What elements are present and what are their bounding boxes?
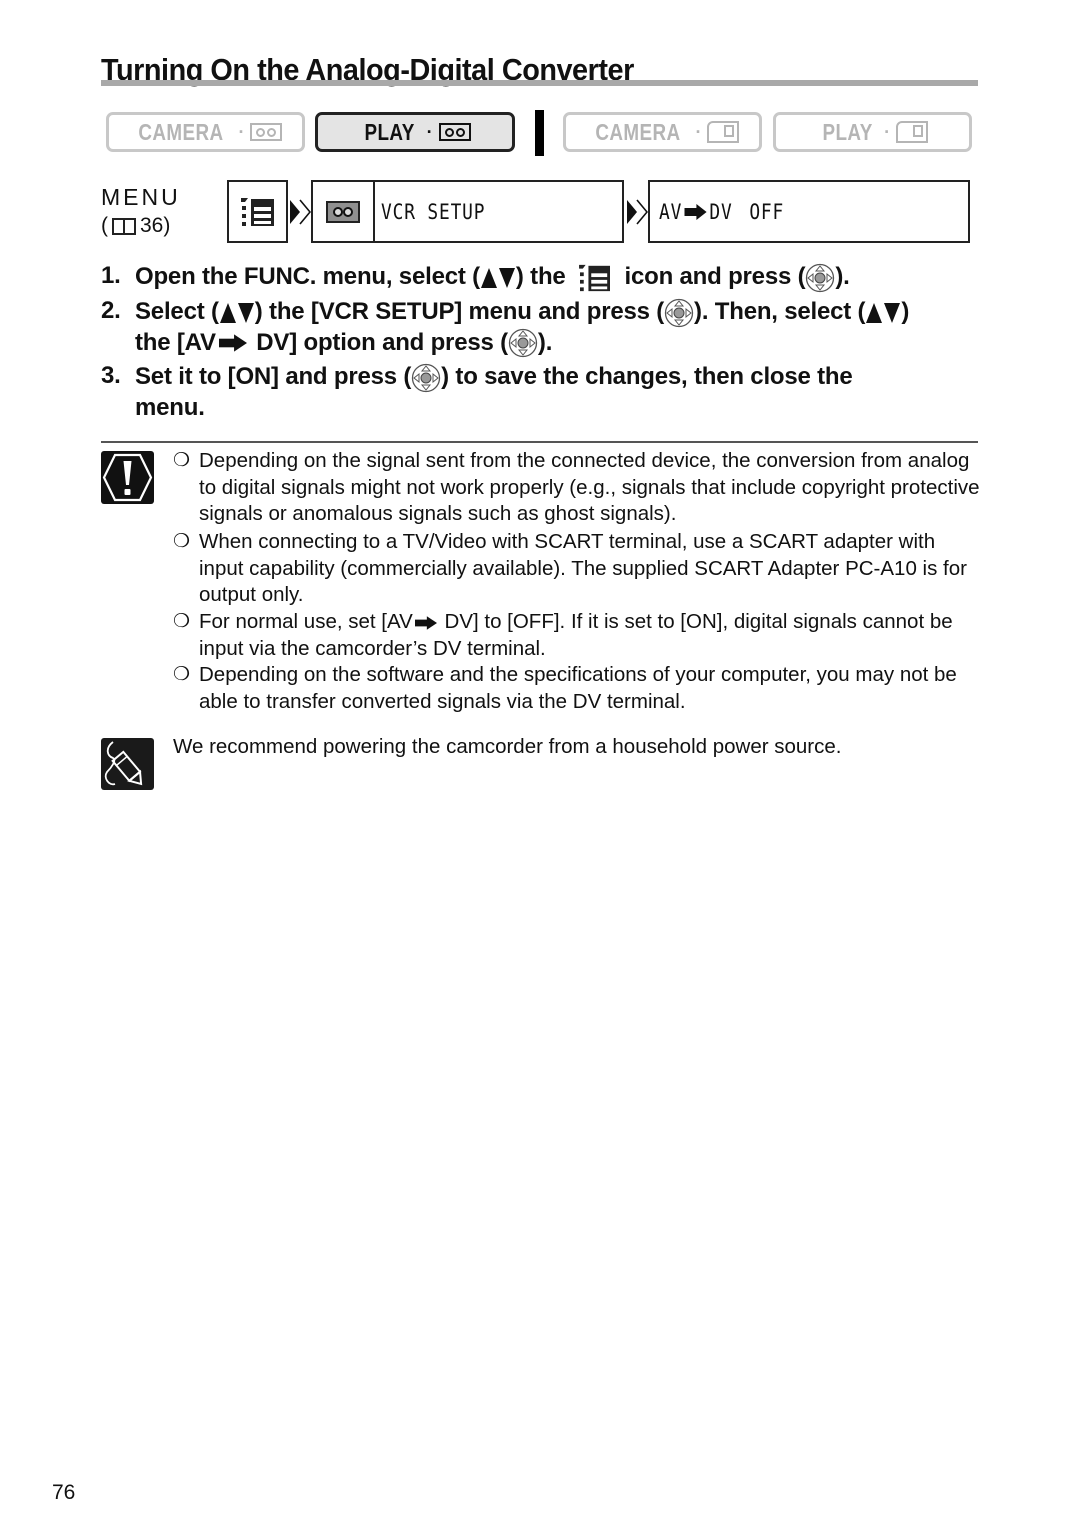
step-text-part: ). [537,328,553,356]
bullet-mark: ❍ [173,531,191,552]
step-text-part: ) [901,298,910,325]
step-number: 1. [101,262,121,289]
step-text-part: Select ( [135,298,219,325]
ref-page-number: 36) [140,214,171,237]
setting-dv: DV [709,200,733,224]
step-text-part: menu. [135,393,205,421]
menu-list-icon [240,197,274,226]
note-pencil-icon [101,738,154,790]
chevron-right-icon [627,199,648,225]
joystick-press-icon [664,298,694,327]
memory-card-icon [896,121,929,143]
submenu-vcr-setup: VCR SETUP [311,180,624,243]
menu-list-icon [579,264,611,291]
step-text-part: ) the [VCR SETUP] menu and press ( [254,298,665,325]
ref-paren: ( [101,214,108,237]
bullet-text: When connecting to a TV/Video with SCART… [199,530,967,607]
submenu-icon-cell [313,182,375,241]
step-text-part: Open the FUNC. menu, select ( [135,263,480,290]
tape-icon [250,123,283,141]
bullet-text: Depending on the signal sent from the co… [199,449,980,526]
step-text-part: the [AV [135,328,216,356]
step-text-part: ). [835,263,850,290]
memory-card-icon [707,121,740,143]
arrow-right-icon [218,334,247,352]
section-divider [101,441,978,443]
arrow-right-icon [414,615,437,630]
bullet-mark: ❍ [173,611,191,632]
step-text-part: ) to save the changes, then close the [441,363,853,390]
mode-play-card: PLAY · [773,112,972,152]
mode-separator: · [884,121,891,142]
mode-separator: · [695,121,702,142]
menu-page-reference: ( 36) [101,214,170,238]
up-down-arrows-icon [480,267,515,288]
setting-av-dv: AV DV OFF [648,180,970,243]
menu-label: MENU [101,184,181,210]
bullet-text-part: For normal use, set [AV [199,610,413,633]
step-text: Open the FUNC. menu, select ( ) the icon … [135,262,850,293]
book-icon [112,217,136,235]
step-text-part: ). Then, select ( [694,298,866,325]
step-text: Select ( ) the [VCR SETUP] menu and press… [135,297,909,358]
mode-divider [535,110,544,156]
step-number: 3. [101,362,121,389]
step-1: 1. Open the FUNC. menu, select ( ) the ic… [101,262,850,293]
step-text-part: icon and press ( [618,263,806,290]
joystick-press-icon [412,363,441,392]
caution-bullet: ❍ Depending on the software and the spec… [173,662,983,715]
joystick-press-icon [508,329,538,358]
mode-separator: · [238,121,245,142]
up-down-arrows-icon [866,302,901,323]
tape-icon [438,123,471,141]
step-text-part: DV] option and press ( [249,328,508,356]
arrow-right-icon [684,204,707,220]
mode-separator: · [426,121,433,142]
page-number: 76 [52,1481,76,1504]
step-2: 2. Select ( ) the [VCR SETUP] menu and pr… [101,297,909,358]
mode-play-tape: PLAY · [315,112,515,152]
mode-label: PLAY [822,118,873,145]
note-text: We recommend powering the camcorder from… [173,735,842,758]
step-number: 2. [101,297,121,324]
step-text-part: ) the [515,263,573,290]
func-menu-icon-box [227,180,288,243]
mode-label: CAMERA [137,118,224,145]
bullet-mark: ❍ [173,664,191,685]
joystick-press-icon [806,263,835,292]
title-underline [101,80,978,86]
caution-bullet: ❍ For normal use, set [AV DV] to [OFF]. … [173,609,983,662]
mode-label: CAMERA [594,118,681,145]
submenu-label: VCR SETUP [381,200,486,224]
bullet-mark: ❍ [173,450,191,471]
setting-av: AV [659,200,683,224]
chevron-right-icon [290,199,311,225]
step-text-part: Set it to [ON] and press ( [135,363,412,390]
mode-camera-card: CAMERA · [563,112,762,152]
caution-icon [101,451,154,504]
setting-value: OFF [749,200,785,224]
setting-label: AV DV OFF [659,200,784,224]
caution-bullet: ❍ Depending on the signal sent from the … [173,448,983,528]
mode-camera-tape: CAMERA · [106,112,305,152]
bullet-text: Depending on the software and the specif… [199,663,957,713]
mode-label: PLAY [364,118,416,145]
step-text: Set it to [ON] and press ( ) to save the … [135,362,853,423]
cassette-icon [326,200,360,223]
bullet-text: For normal use, set [AV DV] to [OFF]. If… [199,609,983,662]
step-3: 3. Set it to [ON] and press ( ) to save t… [101,362,853,423]
up-down-arrows-icon [219,302,254,323]
caution-bullet: ❍ When connecting to a TV/Video with SCA… [173,529,983,609]
